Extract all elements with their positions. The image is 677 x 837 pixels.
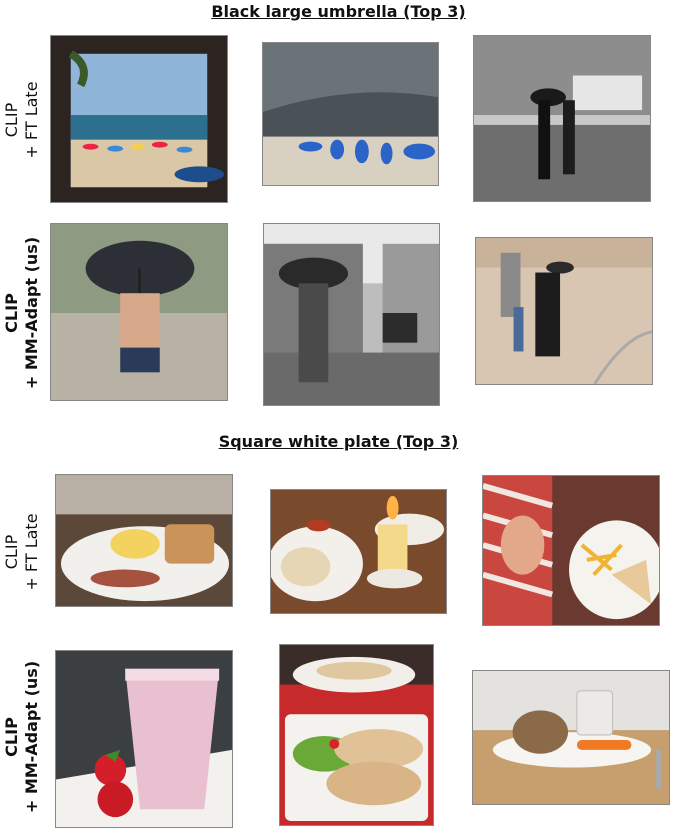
smoothie-strawberry-photo xyxy=(55,650,233,828)
row-label-line1: CLIP xyxy=(2,293,21,333)
section-title-umbrella: Black large umbrella (Top 3) xyxy=(211,2,466,21)
sandwich-fries-photo xyxy=(482,475,660,626)
row-label-line1: CLIP xyxy=(2,717,21,757)
beach-window-photo xyxy=(50,35,228,203)
row-label-line1: CLIP xyxy=(2,534,21,570)
row-label-mm-adapt: CLIP + MM-Adapt (us) xyxy=(2,213,42,413)
row-label-mm-adapt: CLIP + MM-Adapt (us) xyxy=(2,637,42,837)
sandwich-salad-photo xyxy=(279,644,434,826)
city-rain-bw-photo xyxy=(473,35,651,202)
row-label-line2: + MM-Adapt (us) xyxy=(22,236,41,390)
candle-dinner-photo xyxy=(270,489,447,614)
rabbit-plate-photo xyxy=(472,670,670,805)
row-label-ft-late: CLIP + FT Late xyxy=(2,452,42,652)
breakfast-plate-photo xyxy=(55,474,233,607)
row-label-line2: + FT Late xyxy=(22,81,41,159)
row-label-ft-late: CLIP + FT Late xyxy=(2,20,42,220)
family-umbrella-photo xyxy=(475,237,653,385)
stormy-beach-photo xyxy=(262,42,439,186)
row-label-line1: CLIP xyxy=(2,102,21,138)
row-label-line2: + FT Late xyxy=(22,513,41,591)
rainy-street-bw-photo xyxy=(263,223,440,406)
row-label-line2: + MM-Adapt (us) xyxy=(22,660,41,814)
person-umbrella-rocks-photo xyxy=(50,223,228,401)
section-title-plate: Square white plate (Top 3) xyxy=(218,432,459,451)
